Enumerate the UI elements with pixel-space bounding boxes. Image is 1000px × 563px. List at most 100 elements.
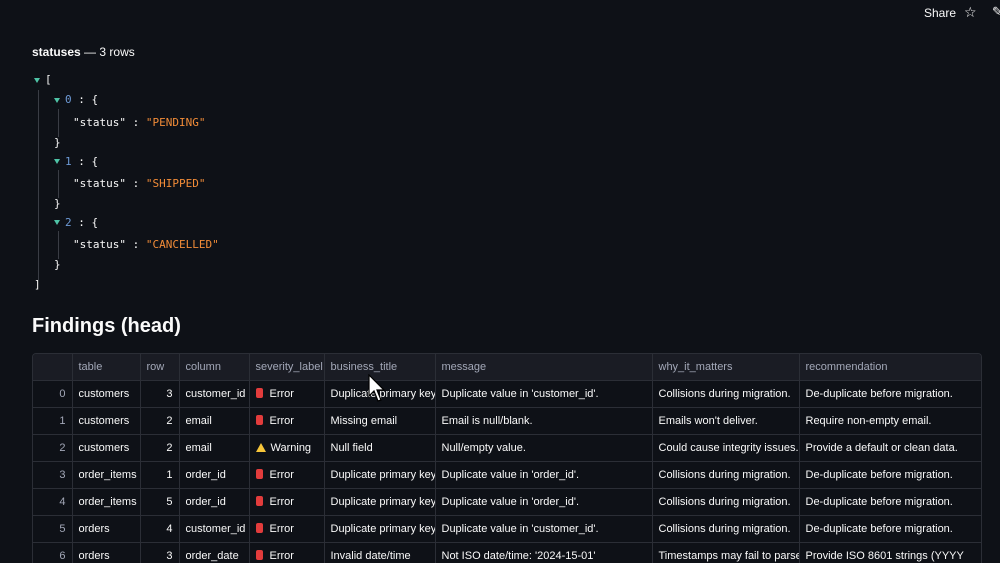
row-cell[interactable]: 2	[140, 408, 179, 435]
findings-table[interactable]: table row column severity_label business…	[32, 353, 982, 563]
recommendation-cell[interactable]: De-duplicate before migration.	[799, 381, 981, 408]
column-cell[interactable]: email	[179, 435, 249, 462]
business-title-cell[interactable]: Duplicate primary key	[324, 516, 435, 543]
table-row[interactable]: 4order_items5order_idErrorDuplicate prim…	[33, 489, 981, 516]
table-row[interactable]: 5orders4customer_idErrorDuplicate primar…	[33, 516, 981, 543]
row-cell[interactable]: 5	[140, 489, 179, 516]
collapse-toggle-icon[interactable]	[54, 220, 60, 225]
json-item-index: 0	[65, 93, 72, 106]
recommendation-cell[interactable]: De-duplicate before migration.	[799, 462, 981, 489]
share-button[interactable]: Share	[924, 6, 956, 20]
table-cell[interactable]: order_items	[72, 462, 140, 489]
table-header-row: table row column severity_label business…	[33, 354, 981, 381]
table-row[interactable]: 0customers3customer_idErrorDuplicate pri…	[33, 381, 981, 408]
why-it-matters-cell[interactable]: Timestamps may fail to parse.	[652, 543, 799, 563]
table-cell[interactable]: orders	[72, 516, 140, 543]
row-cell[interactable]: 1	[140, 462, 179, 489]
message-cell[interactable]: Email is null/blank.	[435, 408, 652, 435]
severity-cell[interactable]: Error	[249, 381, 324, 408]
column-header-recommendation[interactable]: recommendation	[799, 354, 981, 381]
star-icon[interactable]: ☆	[964, 4, 977, 21]
row-cell[interactable]: 3	[140, 543, 179, 563]
json-guide-line	[38, 90, 39, 280]
table-row[interactable]: 3order_items1order_idErrorDuplicate prim…	[33, 462, 981, 489]
json-item-header: 2 : {	[65, 215, 98, 231]
message-cell[interactable]: Duplicate value in 'order_id'.	[435, 462, 652, 489]
business-title-cell[interactable]: Invalid date/time	[324, 543, 435, 563]
column-header-index[interactable]	[33, 354, 72, 381]
json-close-brace: }	[54, 135, 61, 151]
why-it-matters-cell[interactable]: Emails won't deliver.	[652, 408, 799, 435]
pencil-icon[interactable]: ✎	[992, 4, 1000, 20]
error-icon	[256, 469, 263, 479]
column-header-column[interactable]: column	[179, 354, 249, 381]
business-title-cell[interactable]: Missing email	[324, 408, 435, 435]
table-row[interactable]: 1customers2emailErrorMissing emailEmail …	[33, 408, 981, 435]
why-it-matters-cell[interactable]: Collisions during migration.	[652, 489, 799, 516]
json-key: "status"	[73, 238, 126, 251]
row-index-cell[interactable]: 4	[33, 489, 72, 516]
why-it-matters-cell[interactable]: Collisions during migration.	[652, 462, 799, 489]
table-cell[interactable]: orders	[72, 543, 140, 563]
row-index-cell[interactable]: 5	[33, 516, 72, 543]
collapse-toggle-icon[interactable]	[34, 78, 40, 83]
message-cell[interactable]: Duplicate value in 'order_id'.	[435, 489, 652, 516]
message-cell[interactable]: Duplicate value in 'customer_id'.	[435, 381, 652, 408]
column-cell[interactable]: order_id	[179, 462, 249, 489]
json-item-entry: "status" : "PENDING"	[73, 115, 205, 131]
severity-cell[interactable]: Error	[249, 543, 324, 563]
row-index-cell[interactable]: 3	[33, 462, 72, 489]
column-cell[interactable]: order_date	[179, 543, 249, 563]
column-header-table[interactable]: table	[72, 354, 140, 381]
row-cell[interactable]: 2	[140, 435, 179, 462]
row-cell[interactable]: 4	[140, 516, 179, 543]
column-header-why-it-matters[interactable]: why_it_matters	[652, 354, 799, 381]
table-cell[interactable]: customers	[72, 381, 140, 408]
json-label-count: 3 rows	[99, 45, 134, 59]
collapse-toggle-icon[interactable]	[54, 98, 60, 103]
json-close-brace: }	[54, 196, 61, 212]
severity-cell[interactable]: Error	[249, 408, 324, 435]
row-index-cell[interactable]: 0	[33, 381, 72, 408]
table-row[interactable]: 2customers2emailWarningNull fieldNull/em…	[33, 435, 981, 462]
row-index-cell[interactable]: 6	[33, 543, 72, 563]
severity-cell[interactable]: Error	[249, 489, 324, 516]
column-cell[interactable]: order_id	[179, 489, 249, 516]
recommendation-cell[interactable]: Require non-empty email.	[799, 408, 981, 435]
column-header-message[interactable]: message	[435, 354, 652, 381]
column-cell[interactable]: customer_id	[179, 381, 249, 408]
column-cell[interactable]: email	[179, 408, 249, 435]
collapse-toggle-icon[interactable]	[54, 159, 60, 164]
column-cell[interactable]: customer_id	[179, 516, 249, 543]
message-cell[interactable]: Duplicate value in 'customer_id'.	[435, 516, 652, 543]
recommendation-cell[interactable]: Provide ISO 8601 strings (YYYY	[799, 543, 981, 563]
table-cell[interactable]: customers	[72, 435, 140, 462]
business-title-cell[interactable]: Null field	[324, 435, 435, 462]
severity-cell[interactable]: Error	[249, 516, 324, 543]
row-index-cell[interactable]: 1	[33, 408, 72, 435]
recommendation-cell[interactable]: De-duplicate before migration.	[799, 516, 981, 543]
column-header-row[interactable]: row	[140, 354, 179, 381]
json-label: statuses — 3 rows	[32, 45, 135, 59]
recommendation-cell[interactable]: De-duplicate before migration.	[799, 489, 981, 516]
why-it-matters-cell[interactable]: Collisions during migration.	[652, 381, 799, 408]
row-cell[interactable]: 3	[140, 381, 179, 408]
business-title-cell[interactable]: Duplicate primary key	[324, 489, 435, 516]
table-row[interactable]: 6orders3order_dateErrorInvalid date/time…	[33, 543, 981, 563]
why-it-matters-cell[interactable]: Collisions during migration.	[652, 516, 799, 543]
top-toolbar: Share ☆ ✎	[0, 0, 1000, 26]
severity-cell[interactable]: Error	[249, 462, 324, 489]
severity-cell[interactable]: Warning	[249, 435, 324, 462]
table-cell[interactable]: customers	[72, 408, 140, 435]
message-cell[interactable]: Not ISO date/time: '2024-15-01'	[435, 543, 652, 563]
recommendation-cell[interactable]: Provide a default or clean data.	[799, 435, 981, 462]
business-title-cell[interactable]: Duplicate primary key	[324, 462, 435, 489]
message-cell[interactable]: Null/empty value.	[435, 435, 652, 462]
table-cell[interactable]: order_items	[72, 489, 140, 516]
why-it-matters-cell[interactable]: Could cause integrity issues.	[652, 435, 799, 462]
json-item-header: 1 : {	[65, 154, 98, 170]
column-header-severity-label[interactable]: severity_label	[249, 354, 324, 381]
json-item-entry: "status" : "CANCELLED"	[73, 237, 219, 253]
row-index-cell[interactable]: 2	[33, 435, 72, 462]
severity-text: Error	[270, 388, 294, 400]
